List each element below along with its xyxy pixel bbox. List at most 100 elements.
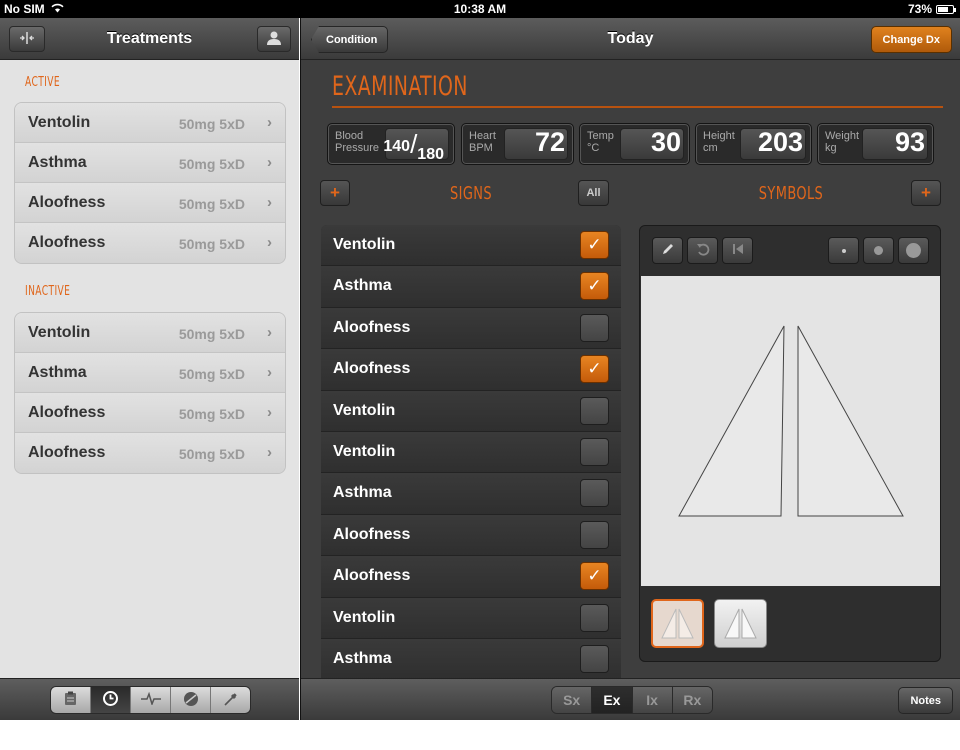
sign-checkbox[interactable] [580, 313, 609, 342]
left-toolbar [0, 678, 299, 720]
treatments-nav-bar: Treatments [0, 18, 299, 60]
sign-row[interactable]: Asthma [321, 638, 621, 680]
large-dot-icon [906, 243, 921, 258]
chevron-right-icon: › [267, 114, 272, 131]
patient-button[interactable] [257, 26, 291, 52]
sign-checkbox[interactable] [580, 520, 609, 549]
sign-row[interactable]: Ventolin [321, 597, 621, 639]
segment-ix[interactable]: Ix [632, 687, 673, 713]
signs-heading: SIGNS [449, 183, 492, 204]
segment-rx[interactable]: Rx [672, 687, 712, 713]
sign-row[interactable]: Asthma [321, 473, 621, 515]
clock-tab[interactable] [91, 687, 131, 713]
sign-row[interactable]: Ventolin ✓ [321, 225, 621, 267]
segment-sx[interactable]: Sx [552, 687, 593, 713]
clock: 10:38 AM [453, 2, 507, 16]
height-field[interactable]: Height cm 203 [695, 123, 812, 165]
inactive-section-label: INACTIVE [25, 284, 71, 299]
clipboard-icon [64, 691, 77, 709]
sail-symbol-drawing [678, 325, 904, 517]
bp-value: 140/180 [383, 129, 444, 163]
sign-row[interactable]: Aloofness [321, 307, 621, 350]
brush-small-button[interactable] [828, 237, 859, 264]
chevron-right-icon: › [267, 234, 272, 251]
sail-thumbnail-icon [724, 608, 757, 639]
clipboard-tab[interactable] [51, 687, 91, 713]
treatment-row[interactable]: Aloofness 50mg 5xD › [15, 183, 285, 223]
status-bar: No SIM 10:38 AM 73% [0, 0, 960, 18]
undo-button[interactable] [687, 237, 718, 264]
clock-icon [103, 691, 118, 709]
person-icon [266, 31, 282, 48]
heart-rate-value: 72 [534, 127, 565, 157]
sign-row[interactable]: Asthma ✓ [321, 266, 621, 308]
notes-button[interactable]: Notes [898, 687, 953, 714]
dropper-tab[interactable] [211, 687, 250, 713]
add-sign-button[interactable]: + [320, 180, 350, 206]
change-dx-button[interactable]: Change Dx [870, 26, 952, 53]
sign-row[interactable]: Ventolin [321, 390, 621, 432]
undo-icon [696, 242, 710, 259]
treatment-row[interactable]: Aloofness 50mg 5xD › [15, 433, 285, 473]
treatment-row[interactable]: Aloofness 50mg 5xD › [15, 223, 285, 263]
chevron-right-icon: › [267, 154, 272, 171]
sign-checkbox[interactable] [580, 644, 609, 673]
vitals-tab[interactable] [131, 687, 171, 713]
pill-icon [183, 691, 199, 710]
temperature-field[interactable]: Temp °C 30 [579, 123, 690, 165]
sign-checkbox[interactable]: ✓ [580, 231, 609, 259]
blood-pressure-field[interactable]: Blood Pressure 140/180 [327, 123, 455, 165]
segment-ex[interactable]: Ex [592, 687, 633, 713]
symbol-thumbnail-selected[interactable] [651, 599, 704, 648]
chevron-right-icon: › [267, 194, 272, 211]
signs-list: Ventolin ✓ Asthma ✓ Aloofness Aloofness ✓ V… [321, 225, 621, 680]
sign-row[interactable]: Aloofness [321, 514, 621, 557]
treatment-row[interactable]: Asthma 50mg 5xD › [15, 353, 285, 393]
sail-thumbnail-icon [661, 608, 694, 639]
brush-medium-button[interactable] [863, 237, 894, 264]
sign-checkbox[interactable] [580, 603, 609, 632]
symbol-thumbnail[interactable] [714, 599, 767, 648]
treatments-panel: Treatments ACTIVE Ventolin 50mg 5xD › As… [0, 18, 299, 720]
sign-checkbox[interactable]: ✓ [580, 272, 609, 301]
chevron-right-icon: › [267, 364, 272, 381]
sign-checkbox[interactable] [580, 396, 609, 425]
medication-tab[interactable] [171, 687, 211, 713]
dropper-icon [223, 691, 239, 710]
symbols-panel [639, 225, 941, 662]
pulse-icon [140, 691, 161, 708]
sign-checkbox[interactable]: ✓ [580, 355, 609, 384]
all-signs-button[interactable]: All [578, 180, 609, 206]
temperature-value: 30 [650, 127, 681, 157]
battery-icon [936, 4, 956, 14]
chevron-right-icon: › [267, 444, 272, 461]
pencil-icon [661, 242, 675, 259]
sign-checkbox[interactable]: ✓ [580, 562, 609, 591]
active-treatments-list: Ventolin 50mg 5xD › Asthma 50mg 5xD › Al… [14, 102, 286, 264]
symbol-drawing-canvas[interactable] [641, 276, 940, 586]
sign-checkbox[interactable] [580, 437, 609, 466]
add-symbol-button[interactable]: + [911, 180, 941, 206]
treatment-row[interactable]: Ventolin 50mg 5xD › [15, 313, 285, 353]
reset-button[interactable] [722, 237, 753, 264]
drawing-toolbar [640, 226, 940, 276]
brush-large-button[interactable] [898, 237, 929, 264]
exam-nav-bar: Condition Today Change Dx [301, 18, 960, 60]
sign-row[interactable]: Aloofness ✓ [321, 556, 621, 598]
sign-row[interactable]: Ventolin [321, 431, 621, 474]
heart-rate-field[interactable]: Heart BPM 72 [461, 123, 574, 165]
sign-checkbox[interactable] [580, 479, 609, 508]
symbols-heading: SYMBOLS [758, 183, 824, 204]
heading-divider [332, 106, 943, 108]
treatment-row[interactable]: Asthma 50mg 5xD › [15, 143, 285, 183]
record-type-segmented-control [50, 686, 251, 714]
weight-field[interactable]: Weight kg 93 [817, 123, 934, 165]
treatment-row[interactable]: Ventolin 50mg 5xD › [15, 103, 285, 143]
height-value: 203 [757, 127, 803, 157]
treatment-row[interactable]: Aloofness 50mg 5xD › [15, 393, 285, 433]
inactive-treatments-list: Ventolin 50mg 5xD › Asthma 50mg 5xD › Al… [14, 312, 286, 474]
pencil-button[interactable] [652, 237, 683, 264]
chevron-right-icon: › [267, 324, 272, 341]
active-section-label: ACTIVE [25, 75, 61, 90]
sign-row[interactable]: Aloofness ✓ [321, 349, 621, 391]
